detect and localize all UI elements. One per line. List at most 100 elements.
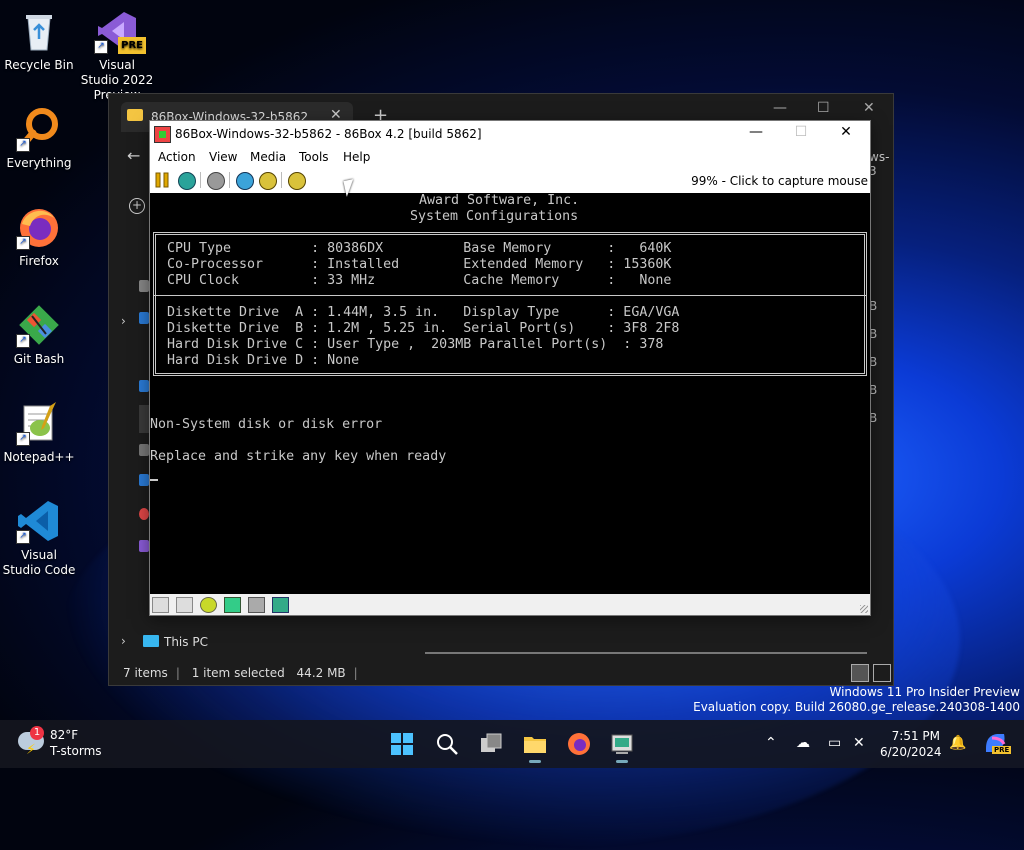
network-display-icon[interactable]: ▭ (828, 735, 841, 751)
notification-bell-icon[interactable]: 🔔 (949, 735, 966, 751)
86box-title-bar[interactable]: 86Box-Windows-32-b5862 - 86Box 4.2 [buil… (150, 121, 870, 147)
watermark-edition: Windows 11 Pro Insider Preview (829, 685, 1020, 699)
hard-reset-icon[interactable] (178, 172, 196, 190)
menu-media[interactable]: Media (250, 150, 286, 164)
weather-temperature: 82°F (50, 728, 79, 742)
explorer-minimize-button[interactable]: — (773, 100, 787, 116)
menu-help[interactable]: Help (343, 150, 370, 164)
86box-window[interactable]: 86Box-Windows-32-b5862 - 86Box 4.2 [buil… (150, 121, 870, 615)
file-size-column: B B B B B (869, 299, 877, 439)
desktop-icon-label: Visual Studio Code (2, 548, 76, 577)
network-icon[interactable] (224, 597, 241, 613)
clock-time: 7:51 PM (891, 729, 940, 743)
menu-view[interactable]: View (209, 150, 237, 164)
weather-alert-badge: 1 (30, 726, 44, 740)
file-explorer-taskbar-icon[interactable] (523, 732, 547, 763)
this-pc-icon (143, 635, 159, 647)
tiles-view-icon[interactable] (873, 664, 891, 682)
explorer-maximize-button[interactable]: ☐ (817, 100, 830, 116)
back-arrow-icon[interactable]: ← (127, 146, 140, 165)
sidebar-chevron-icon[interactable]: › (121, 314, 126, 328)
menu-tools[interactable]: Tools (299, 150, 329, 164)
explorer-close-button[interactable]: ✕ (863, 100, 875, 116)
power-icon[interactable] (207, 172, 225, 190)
86box-minimize-button[interactable]: — (741, 124, 771, 140)
status-size: 44.2 MB (296, 666, 346, 680)
bios-config-divider (153, 295, 867, 296)
pause-icon[interactable] (154, 172, 170, 188)
resize-grip-icon[interactable] (860, 605, 868, 613)
text-cursor (150, 479, 158, 481)
86box-close-button[interactable]: ✕ (831, 124, 861, 140)
desktop-icon-label: Everything (6, 156, 72, 170)
firefox-icon: ↗ (16, 204, 62, 250)
start-button[interactable] (390, 732, 414, 756)
chevron-right-icon[interactable]: › (121, 634, 126, 648)
sound-icon[interactable] (272, 597, 289, 613)
emulator-screen[interactable]: Award Software, Inc. System Configuratio… (150, 193, 870, 594)
tray-overflow-chevron-icon[interactable]: ⌃ (765, 735, 777, 751)
file-size-cell: B (869, 383, 878, 397)
recycle-bin-icon (16, 8, 62, 54)
status-item-count: 7 items (123, 666, 168, 680)
lightning-icon: ⚡ (26, 742, 36, 758)
task-view-icon[interactable] (479, 732, 503, 756)
desktop-icon-firefox[interactable]: ↗ Firefox (1, 204, 77, 269)
desktop-icon-visual-studio-code[interactable]: ↗ Visual Studio Code (1, 498, 77, 578)
floppy-b-icon[interactable] (176, 597, 193, 613)
toolbar-separator (281, 172, 282, 188)
nav-item-this-pc[interactable]: › This PC (121, 630, 271, 654)
system-clock[interactable]: 7:51 PM 6/20/2024 (880, 728, 942, 760)
desktop-icon-recycle-bin[interactable]: Recycle Bin (1, 8, 77, 73)
menu-action[interactable]: Action (158, 150, 196, 164)
git-bash-icon: ↗ (16, 302, 62, 348)
view-mode-buttons[interactable] (847, 664, 891, 685)
ctrl-alt-esc-icon[interactable] (259, 172, 277, 190)
bios-row: CPU Type : 80386DX Base Memory : 640K (167, 241, 672, 256)
shortcut-arrow-icon: ↗ (16, 138, 30, 152)
weather-description: T-storms (50, 744, 102, 758)
cdrom-icon[interactable] (200, 597, 217, 613)
vscode-icon: ↗ (16, 498, 62, 544)
copilot-preview-badge: PRE (992, 746, 1012, 754)
desktop-icon-git-bash[interactable]: ↗ Git Bash (1, 302, 77, 367)
selected-file-row[interactable] (139, 405, 149, 433)
status-selected: 1 item selected (191, 666, 285, 680)
86box-taskbar-icon[interactable] (610, 732, 634, 763)
search-icon[interactable] (435, 732, 459, 756)
shortcut-arrow-icon: ↗ (94, 40, 108, 54)
settings-gear-icon[interactable] (288, 172, 306, 190)
everything-search-icon: ↗ (16, 106, 62, 152)
desktop-icon-label: Recycle Bin (4, 58, 74, 72)
volume-muted-icon[interactable]: ✕ (853, 735, 865, 751)
address-bar-fragment[interactable]: ws-3 (869, 150, 893, 178)
bios-row: CPU Clock : 33 MHz Cache Memory : None (167, 273, 672, 288)
file-size-cell: B (869, 327, 878, 341)
toolbar-separator (200, 172, 201, 188)
bios-row: Diskette Drive B : 1.2M , 5.25 in. Seria… (167, 321, 680, 336)
hard-disk-icon[interactable] (248, 597, 265, 613)
shortcut-arrow-icon: ↗ (16, 432, 30, 446)
desktop-icon-label: Notepad++ (3, 450, 75, 464)
windows-watermark: Windows 11 Pro Insider Preview Evaluatio… (693, 685, 1020, 715)
bios-row: Co-Processor : Installed Extended Memory… (167, 257, 672, 272)
details-view-icon[interactable] (851, 664, 869, 682)
new-item-button[interactable]: + (129, 198, 145, 214)
notepad-plus-plus-icon: ↗ (16, 400, 62, 446)
desktop-icon-notepad-plus-plus[interactable]: ↗ Notepad++ (1, 400, 77, 465)
boot-prompt-message: Replace and strike any key when ready (150, 449, 447, 464)
taskbar: ⚡ 1 82°F T-storms ⌃ ☁ ▭ ✕ 7:51 PM 6/20/2… (0, 720, 1024, 768)
floppy-a-icon[interactable] (152, 597, 169, 613)
desktop-icon-everything[interactable]: ↗ Everything (1, 106, 77, 171)
firefox-taskbar-icon[interactable] (567, 732, 591, 756)
copilot-icon[interactable]: PRE (982, 730, 1012, 754)
desktop-icon-visual-studio-2022-preview[interactable]: PRE ↗ Visual Studio 2022 Preview (79, 8, 155, 103)
preview-badge: PRE (118, 37, 146, 54)
horizontal-scrollbar[interactable] (425, 652, 867, 654)
folder-icon (127, 109, 143, 121)
ctrl-alt-del-icon[interactable] (236, 172, 254, 190)
86box-maximize-button[interactable]: ☐ (786, 124, 816, 140)
explorer-status-bar: 7 items | 1 item selected 44.2 MB | (123, 666, 358, 680)
capture-mouse-status[interactable]: 99% - Click to capture mouse (691, 174, 868, 188)
onedrive-offline-icon[interactable]: ☁ (796, 735, 810, 751)
